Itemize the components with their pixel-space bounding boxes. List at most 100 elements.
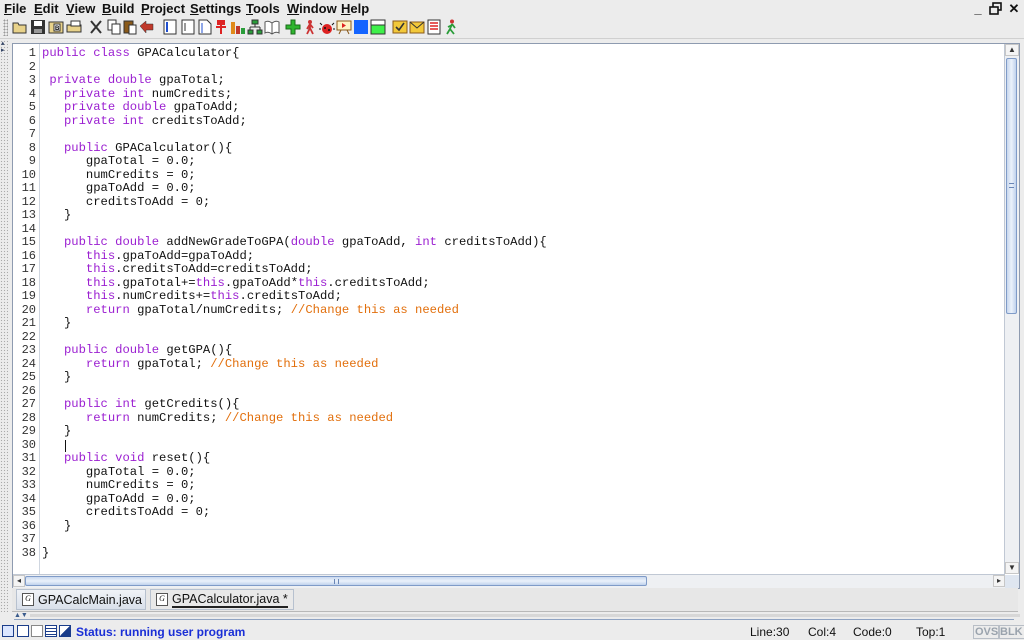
line-number: 25 (21, 370, 36, 384)
save-button[interactable] (30, 19, 46, 35)
open-button[interactable] (12, 19, 28, 35)
run-button[interactable] (302, 19, 318, 35)
file-tab-strip: G GPACalcMain.java G GPACalculator.java … (12, 588, 1018, 612)
code-area[interactable]: public class GPACalculator{ private doub… (42, 44, 1007, 574)
menu-file-mnemonic: F (4, 1, 12, 16)
close-icon: ✕ (1008, 1, 1020, 16)
breakpoint-icon (216, 20, 226, 34)
desktop-icon[interactable] (2, 625, 14, 637)
menu-build[interactable]: Build (102, 1, 135, 16)
cascade-icon[interactable] (59, 625, 71, 637)
code-line: creditsToAdd = 0; (42, 505, 210, 520)
arrow-down-icon: ▼ (1008, 563, 1016, 572)
menu-file[interactable]: File (4, 1, 26, 16)
keyword-token: private int (63, 113, 152, 128)
scroll-up-button[interactable]: ▲ (1005, 44, 1019, 56)
code-line: return gpaTotal/numCredits; //Change thi… (42, 303, 459, 318)
copy-button[interactable] (106, 19, 122, 35)
save-icon (31, 20, 45, 34)
vertical-scroll-thumb[interactable] (1006, 58, 1017, 314)
blue-view-button[interactable] (353, 19, 369, 35)
menu-view-label: iew (74, 1, 96, 16)
toolbar-grip[interactable] (3, 19, 8, 36)
code-token: gpaTotal = 0.0; (42, 154, 196, 168)
browse-icon: B (48, 21, 64, 34)
menu-edit[interactable]: Edit (34, 1, 59, 16)
paste-button[interactable] (122, 19, 138, 35)
line-number: 20 (21, 302, 36, 317)
vertical-scrollbar[interactable]: ▲ ▼ (1004, 44, 1019, 574)
fold-button[interactable] (197, 19, 213, 35)
browse-button[interactable]: B (48, 19, 64, 35)
tab-gpacalcmain[interactable]: G GPACalcMain.java (16, 589, 146, 610)
print-icon (66, 20, 82, 33)
code-editor[interactable]: 1 2 3 4 5 6 7 8 9 10 11 12 13 14 15 16 17 18 19 20 21 22 23 24 2… (12, 43, 1020, 589)
uml-button[interactable] (247, 19, 263, 35)
keyword-token: this (210, 289, 240, 303)
code-line: } (42, 518, 72, 534)
menu-build-label: uild (111, 1, 135, 16)
scroll-down-button[interactable]: ▼ (1005, 562, 1019, 574)
debug-button[interactable] (319, 19, 335, 35)
compile-button[interactable] (285, 19, 301, 35)
splitter-grip (30, 614, 1020, 617)
menu-window[interactable]: Window (287, 1, 337, 16)
menu-help[interactable]: Help (341, 1, 369, 16)
documentation-button[interactable] (264, 19, 280, 35)
scroll-right-button[interactable]: ▸ (993, 575, 1005, 587)
code-token: } (42, 208, 72, 222)
menu-tools[interactable]: Tools (246, 1, 280, 16)
list-icon[interactable] (45, 625, 57, 637)
code-line: public void reset(){ (42, 451, 210, 466)
horizontal-scroll-thumb[interactable] (25, 576, 647, 586)
green-view-button[interactable] (370, 19, 386, 35)
menu-settings[interactable]: Settings (190, 1, 241, 16)
scroll-corner (1005, 575, 1019, 588)
tile-icon[interactable] (31, 625, 43, 637)
generate-csd-button[interactable] (162, 19, 178, 35)
breakpoint-button[interactable] (213, 19, 229, 35)
remove-csd-button[interactable] (180, 19, 196, 35)
window-layout-icon[interactable] (17, 625, 29, 637)
block-mode-indicator: BLK (998, 625, 1024, 639)
code-token: creditsToAdd; (151, 113, 247, 128)
horizontal-scrollbar[interactable]: ◂ ▸ (13, 574, 1005, 588)
minimize-button[interactable]: _ (970, 1, 986, 16)
line-number: 24 (21, 356, 36, 371)
left-dock-grip[interactable] (0, 40, 8, 612)
check-button[interactable] (392, 19, 408, 35)
code-token: } (42, 518, 72, 533)
tab-gpacalculator[interactable]: G GPACalculator.java * (150, 589, 294, 610)
menu-view[interactable]: View (66, 1, 95, 16)
restore-button[interactable] (988, 1, 1004, 16)
undo-button[interactable] (139, 19, 155, 35)
document-button[interactable] (426, 19, 442, 35)
expand-collapse-icon[interactable]: ▲▼ (14, 612, 28, 619)
uml-icon (247, 19, 263, 35)
cut-button[interactable] (88, 19, 104, 35)
mail-button[interactable] (409, 19, 425, 35)
interactions-button[interactable] (336, 19, 352, 35)
chart-button[interactable] (230, 19, 246, 35)
code-line: } (42, 316, 71, 331)
left-dock-arrows[interactable]: ▴ ▸ (1, 40, 8, 54)
java-file-icon: G (156, 593, 168, 606)
line-number: 32 (21, 464, 36, 479)
code-line: gpaTotal = 0.0; (42, 465, 196, 480)
code-token: gpaToAdd; (173, 100, 240, 114)
scroll-left-button[interactable]: ◂ (13, 575, 25, 587)
code-token: } (42, 545, 50, 560)
code-token: creditsToAdd){ (444, 235, 547, 249)
tab-label: GPACalculator.java * (172, 591, 288, 608)
run-figure-button[interactable] (443, 19, 459, 35)
close-button[interactable]: ✕ (1006, 1, 1022, 16)
menu-project[interactable]: Project (141, 1, 185, 16)
tab-label: GPACalcMain.java (38, 592, 142, 607)
code-line: public double getGPA(){ (42, 343, 232, 358)
message-pane-splitter[interactable]: ▲▼ (12, 612, 1024, 624)
code-line: public GPACalculator(){ (42, 141, 232, 156)
print-button[interactable] (66, 19, 82, 35)
